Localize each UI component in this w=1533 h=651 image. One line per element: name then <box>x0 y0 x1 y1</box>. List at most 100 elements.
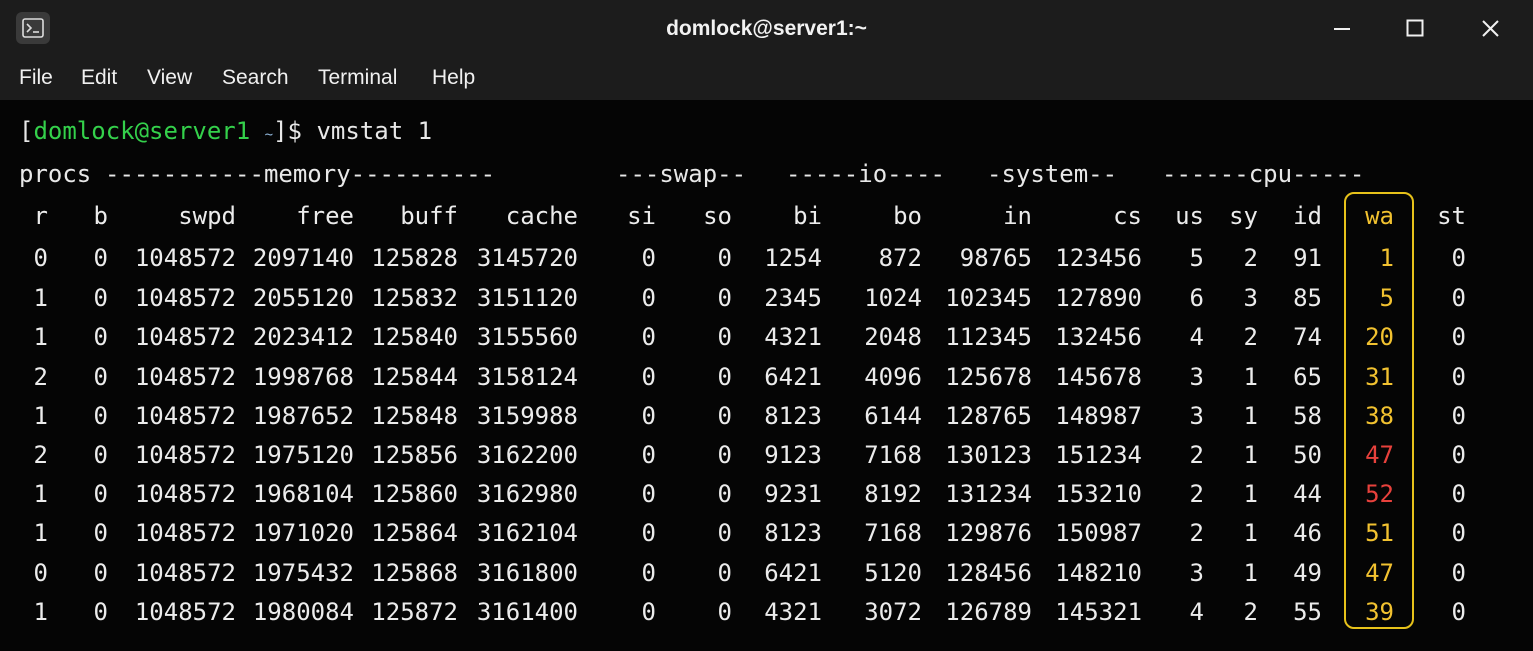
prompt-user-host: domlock@server1 <box>33 117 251 145</box>
table-cell: 1048572 <box>134 402 236 430</box>
table-cell: 125856 <box>371 441 458 469</box>
title-bar: domlock@server1:~ <box>0 0 1533 56</box>
table-cell: 127890 <box>1055 284 1142 312</box>
table-cell: 0 <box>1451 519 1466 547</box>
table-cell: 128765 <box>945 402 1032 430</box>
maximize-button[interactable] <box>1387 8 1443 48</box>
column-header-id: id <box>1293 202 1322 230</box>
table-cell: 3161400 <box>476 598 578 626</box>
table-cell: 0 <box>717 284 732 312</box>
menu-help[interactable]: Help <box>432 56 475 100</box>
table-cell: 3072 <box>864 598 922 626</box>
header-procs: procs <box>19 160 92 188</box>
table-cell: 2097140 <box>252 244 354 272</box>
column-header-cache: cache <box>505 202 578 230</box>
maximize-icon <box>1406 19 1424 37</box>
column-header-si: si <box>627 202 656 230</box>
table-cell: 128456 <box>945 559 1032 587</box>
table-cell: 4096 <box>864 363 922 391</box>
table-cell: 1 <box>33 284 48 312</box>
table-cell: 150987 <box>1055 519 1142 547</box>
column-header-st: st <box>1437 202 1466 230</box>
column-header-in: in <box>1003 202 1032 230</box>
menu-search[interactable]: Search <box>222 56 289 100</box>
table-cell: 0 <box>93 480 108 508</box>
table-cell: 3162980 <box>476 480 578 508</box>
minimize-button[interactable] <box>1314 8 1370 48</box>
menu-edit[interactable]: Edit <box>81 56 117 100</box>
table-cell: 0 <box>33 559 48 587</box>
table-cell: 0 <box>1451 323 1466 351</box>
table-cell: 3145720 <box>476 244 578 272</box>
table-cell: 1048572 <box>134 441 236 469</box>
table-cell: 148987 <box>1055 402 1142 430</box>
table-cell: 5 <box>1189 244 1204 272</box>
table-cell: 6144 <box>864 402 922 430</box>
table-cell: 1 <box>1243 441 1258 469</box>
table-cell: 0 <box>93 559 108 587</box>
table-cell: 3151120 <box>476 284 578 312</box>
table-cell: 125678 <box>945 363 1032 391</box>
close-button[interactable] <box>1462 8 1518 48</box>
column-header-swpd: swpd <box>178 202 236 230</box>
table-cell: 2055120 <box>252 284 354 312</box>
table-cell: 112345 <box>945 323 1032 351</box>
table-cell: 1 <box>1243 402 1258 430</box>
table-cell: 6421 <box>764 363 822 391</box>
table-cell: 91 <box>1293 244 1322 272</box>
table-cell: 1 <box>1243 480 1258 508</box>
column-header-free: free <box>296 202 354 230</box>
table-cell: 1975432 <box>252 559 354 587</box>
wa-value: 38 <box>1365 402 1394 430</box>
table-cell: 2 <box>33 441 48 469</box>
menu-view[interactable]: View <box>147 56 192 100</box>
table-cell: 0 <box>641 323 656 351</box>
table-cell: 0 <box>641 363 656 391</box>
table-cell: 0 <box>1451 402 1466 430</box>
close-icon <box>1482 20 1499 37</box>
menu-terminal[interactable]: Terminal <box>318 56 397 100</box>
wa-value: 31 <box>1365 363 1394 391</box>
table-cell: 0 <box>641 441 656 469</box>
wa-value: 39 <box>1365 598 1394 626</box>
table-cell: 0 <box>1451 244 1466 272</box>
table-cell: 0 <box>93 323 108 351</box>
table-cell: 1048572 <box>134 323 236 351</box>
column-header-us: us <box>1175 202 1204 230</box>
table-cell: 1048572 <box>134 559 236 587</box>
table-cell: 7168 <box>864 441 922 469</box>
table-cell: 0 <box>717 441 732 469</box>
table-cell: 153210 <box>1055 480 1142 508</box>
column-header-buff: buff <box>400 202 458 230</box>
table-cell: 0 <box>717 402 732 430</box>
header-system: -system-- <box>987 160 1118 188</box>
table-cell: 0 <box>93 284 108 312</box>
table-cell: 0 <box>641 519 656 547</box>
window-title: domlock@server1:~ <box>666 17 867 40</box>
table-cell: 0 <box>93 402 108 430</box>
table-cell: 2 <box>1243 598 1258 626</box>
table-cell: 1 <box>1243 519 1258 547</box>
table-cell: 129876 <box>945 519 1032 547</box>
table-cell: 49 <box>1293 559 1322 587</box>
menu-file[interactable]: File <box>19 56 53 100</box>
table-cell: 125844 <box>371 363 458 391</box>
shell-prompt: [domlock@server1 ~]$ vmstat 1 <box>19 116 432 150</box>
header-io: -----io---- <box>786 160 945 188</box>
table-cell: 1048572 <box>134 480 236 508</box>
table-cell: 50 <box>1293 441 1322 469</box>
terminal-output[interactable]: [domlock@server1 ~]$ vmstat 1 procs ----… <box>0 100 1533 651</box>
table-cell: 0 <box>717 598 732 626</box>
table-cell: 0 <box>1451 598 1466 626</box>
table-cell: 145321 <box>1055 598 1142 626</box>
table-cell: 0 <box>641 559 656 587</box>
table-cell: 44 <box>1293 480 1322 508</box>
table-cell: 1048572 <box>134 519 236 547</box>
column-header-cs: cs <box>1113 202 1142 230</box>
table-cell: 148210 <box>1055 559 1142 587</box>
table-cell: 2 <box>33 363 48 391</box>
column-header-b: b <box>93 202 108 230</box>
table-cell: 2023412 <box>252 323 354 351</box>
table-cell: 0 <box>717 244 732 272</box>
table-cell: 1998768 <box>252 363 354 391</box>
